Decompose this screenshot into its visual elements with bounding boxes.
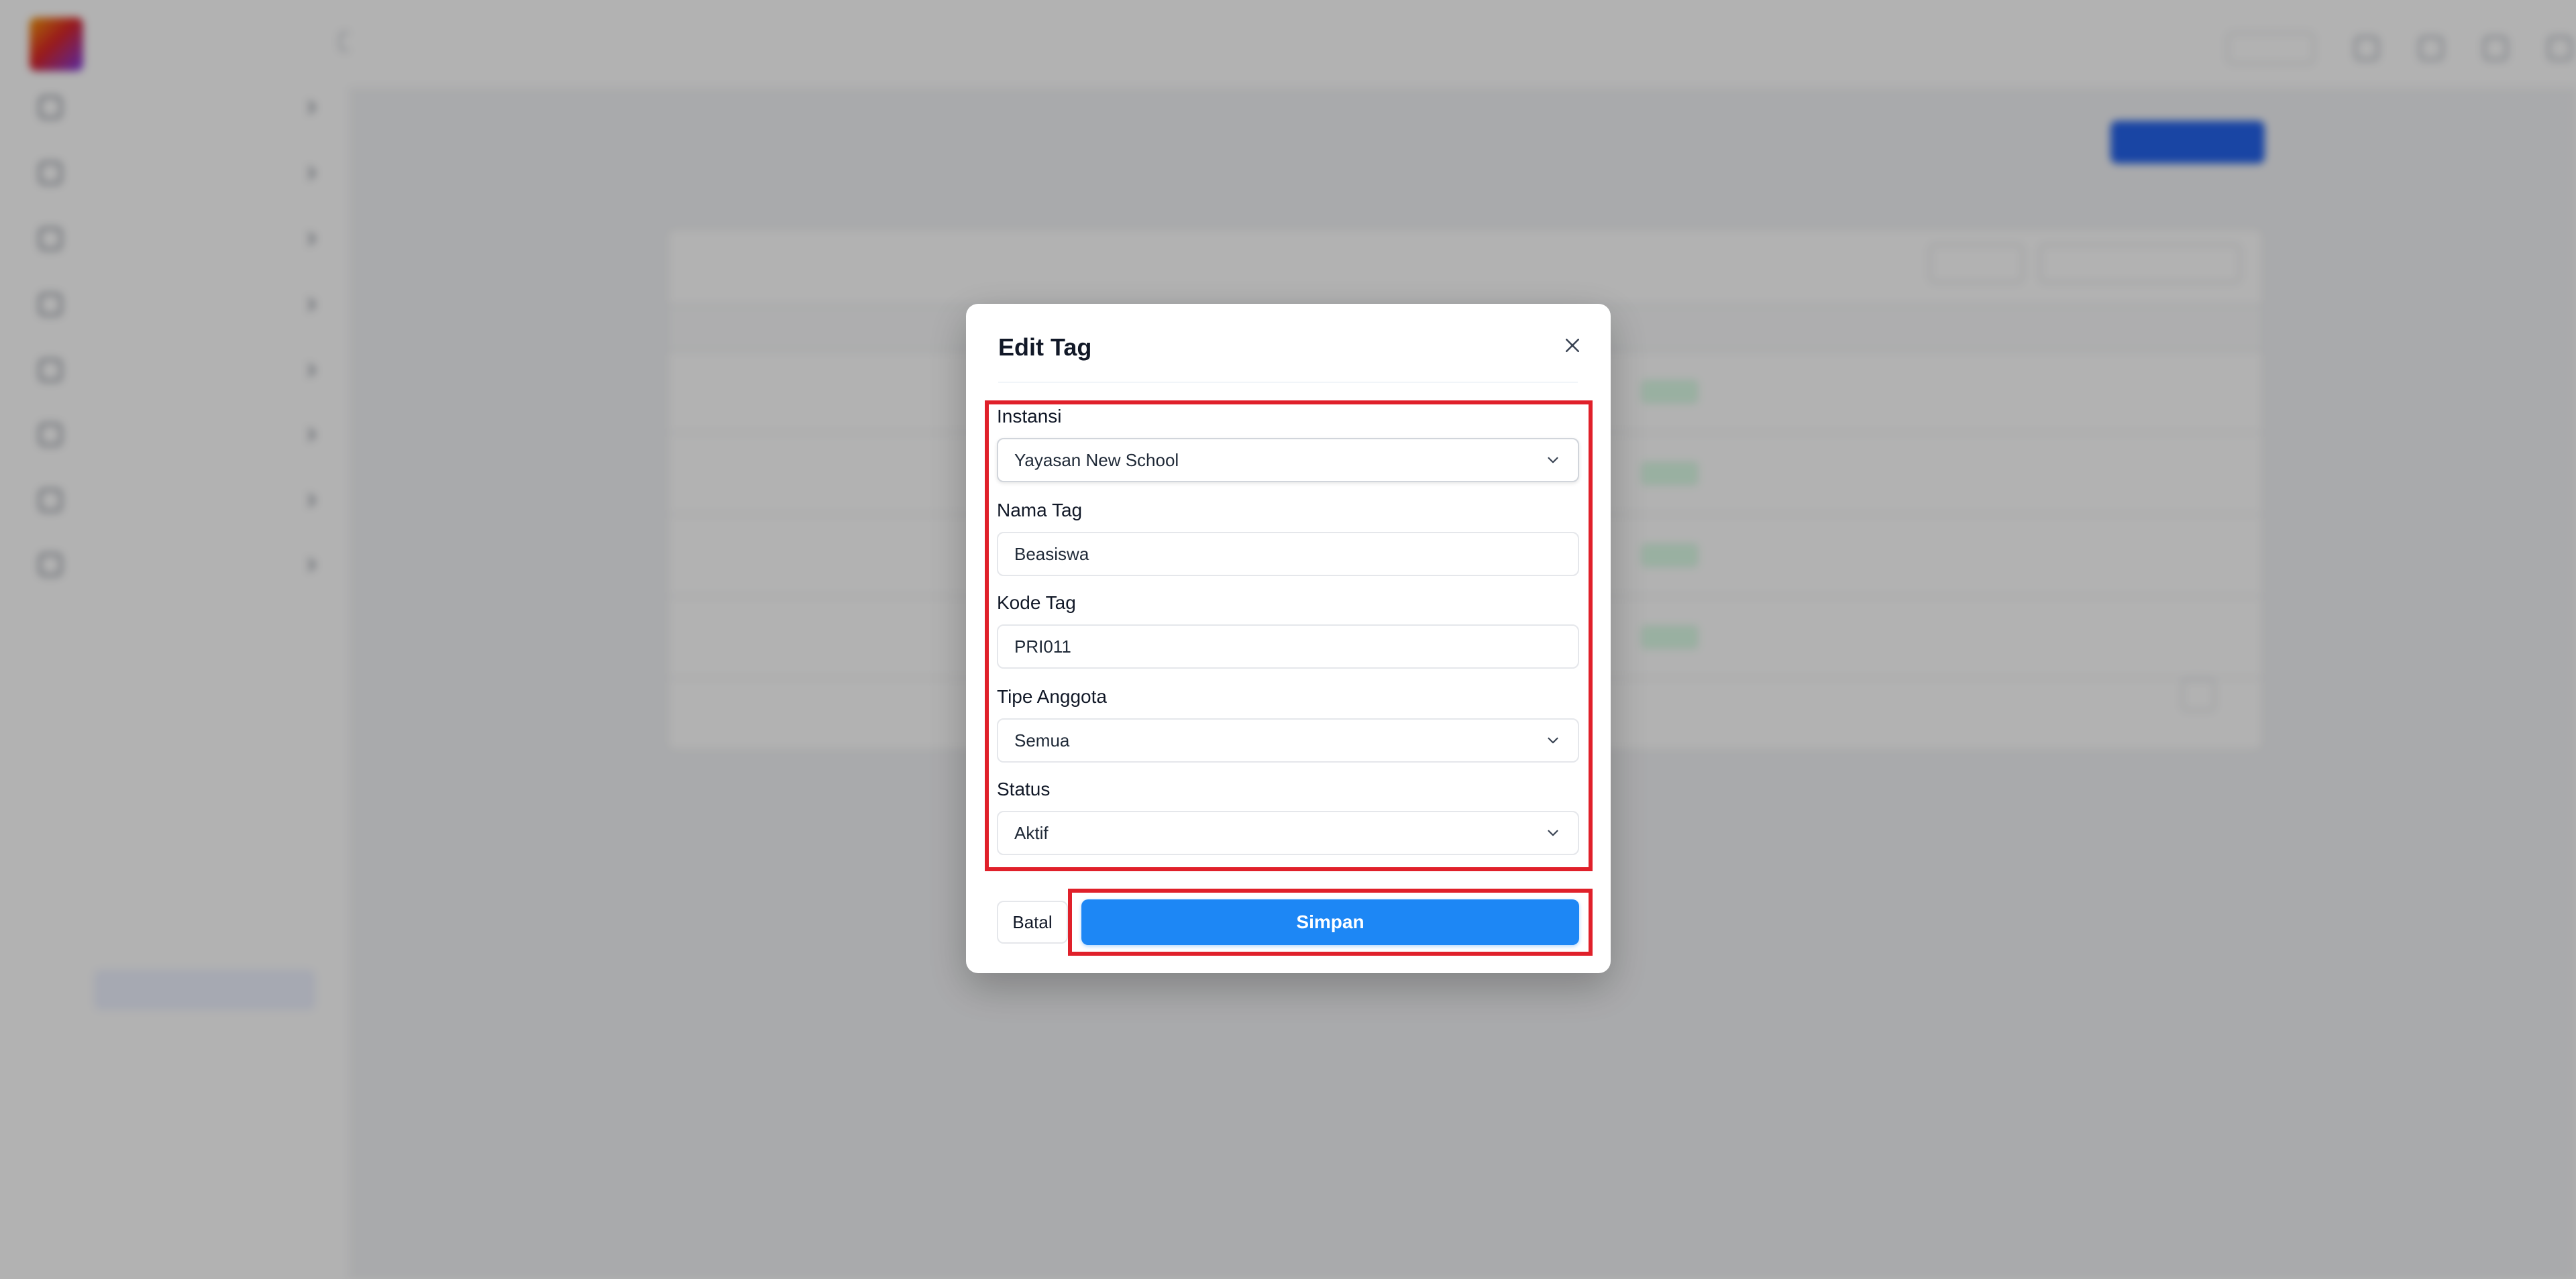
instansi-label: Instansi	[997, 406, 1062, 427]
cancel-button[interactable]: Batal	[997, 901, 1068, 944]
tipe-anggota-value: Semua	[1014, 730, 1070, 750]
status-select[interactable]: Aktif	[997, 811, 1579, 855]
kode-tag-value: PRI011	[1014, 636, 1071, 657]
modal-title: Edit Tag	[998, 333, 1092, 361]
save-button[interactable]: Simpan	[1081, 899, 1579, 945]
chevron-down-icon	[1548, 737, 1558, 744]
tipe-anggota-label: Tipe Anggota	[997, 686, 1107, 707]
nama-tag-input[interactable]: Beasiswa	[997, 532, 1579, 576]
instansi-select[interactable]: Yayasan New School	[997, 438, 1579, 482]
kode-tag-label: Kode Tag	[997, 592, 1076, 613]
status-label: Status	[997, 779, 1051, 799]
nama-tag-label: Nama Tag	[997, 500, 1083, 520]
chevron-down-icon	[1548, 830, 1558, 836]
modal-divider	[998, 382, 1578, 383]
close-icon	[1566, 339, 1579, 352]
edit-tag-modal: Edit Tag Instansi Yayasan New School Nam…	[966, 304, 1611, 973]
tipe-anggota-select[interactable]: Semua	[997, 718, 1579, 763]
nama-tag-value: Beasiswa	[1014, 543, 1089, 564]
chevron-down-icon	[1548, 457, 1558, 463]
instansi-value: Yayasan New School	[1014, 449, 1179, 470]
kode-tag-input[interactable]: PRI011	[997, 624, 1579, 669]
close-button[interactable]	[1558, 331, 1587, 360]
status-value: Aktif	[1014, 822, 1049, 843]
